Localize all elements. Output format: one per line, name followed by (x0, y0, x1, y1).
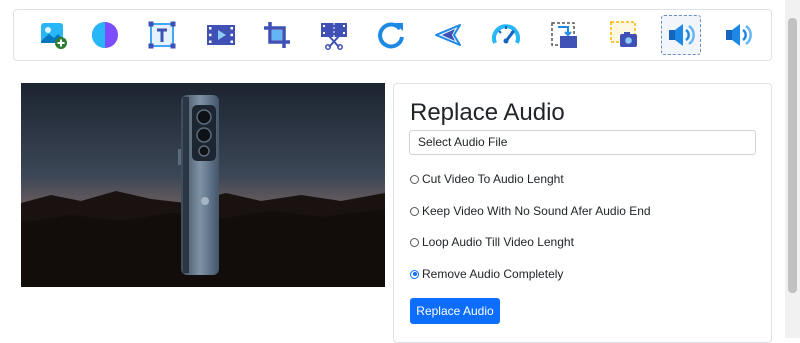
speaker-icon (726, 24, 752, 46)
speaker-icon (669, 24, 695, 46)
audio-file-input[interactable]: Select Audio File (409, 130, 756, 155)
option-label: Cut Video To Audio Lenght (422, 172, 564, 186)
panel-title: Replace Audio (410, 99, 565, 126)
option-remove-audio[interactable]: Remove Audio Completely (410, 266, 563, 282)
tool-toolbar (13, 9, 772, 61)
tool-replace-audio[interactable] (661, 15, 701, 55)
screenshot-icon (610, 21, 637, 47)
cut-video-icon (321, 23, 347, 50)
video-preview[interactable] (21, 83, 385, 287)
tool-rewind[interactable] (428, 15, 468, 55)
replace-audio-button[interactable]: Replace Audio (410, 298, 500, 324)
option-label: Keep Video With No Sound Afer Audio End (422, 204, 651, 218)
video-frame-image (21, 83, 385, 287)
radio-keep-video[interactable] (410, 206, 419, 216)
add-image-icon (41, 23, 67, 49)
radio-loop-audio[interactable] (410, 237, 419, 247)
tool-screenshot[interactable] (604, 15, 644, 55)
option-keep-video[interactable]: Keep Video With No Sound Afer Audio End (410, 203, 651, 219)
video-clip-icon (207, 25, 235, 45)
tool-text[interactable] (142, 15, 182, 55)
page-scrollbar[interactable] (785, 0, 800, 338)
tool-speed[interactable] (486, 15, 526, 55)
tool-rotate[interactable] (371, 15, 411, 55)
crop-icon (264, 22, 290, 48)
tool-cut-video[interactable] (314, 15, 354, 55)
text-icon (148, 21, 176, 49)
tool-video-clip[interactable] (201, 15, 241, 55)
color-filter-icon (92, 22, 118, 48)
tool-crop[interactable] (257, 15, 297, 55)
replace-audio-panel: Replace Audio Select Audio File Cut Vide… (393, 83, 772, 343)
rotate-icon (378, 22, 404, 49)
radio-remove-audio[interactable] (410, 269, 419, 279)
scrollbar-thumb[interactable] (788, 18, 797, 293)
radio-cut-video[interactable] (410, 174, 419, 184)
option-loop-audio[interactable]: Loop Audio Till Video Lenght (410, 234, 574, 250)
rewind-icon (435, 24, 461, 46)
tool-color-filter[interactable] (85, 15, 125, 55)
speedometer-icon (492, 24, 520, 44)
tool-resize[interactable] (544, 15, 584, 55)
option-label: Loop Audio Till Video Lenght (422, 235, 574, 249)
resize-icon (551, 22, 577, 48)
tool-volume[interactable] (718, 15, 758, 55)
option-label: Remove Audio Completely (422, 267, 564, 281)
tool-add-image[interactable] (34, 15, 74, 55)
option-cut-video[interactable]: Cut Video To Audio Lenght (410, 171, 564, 187)
